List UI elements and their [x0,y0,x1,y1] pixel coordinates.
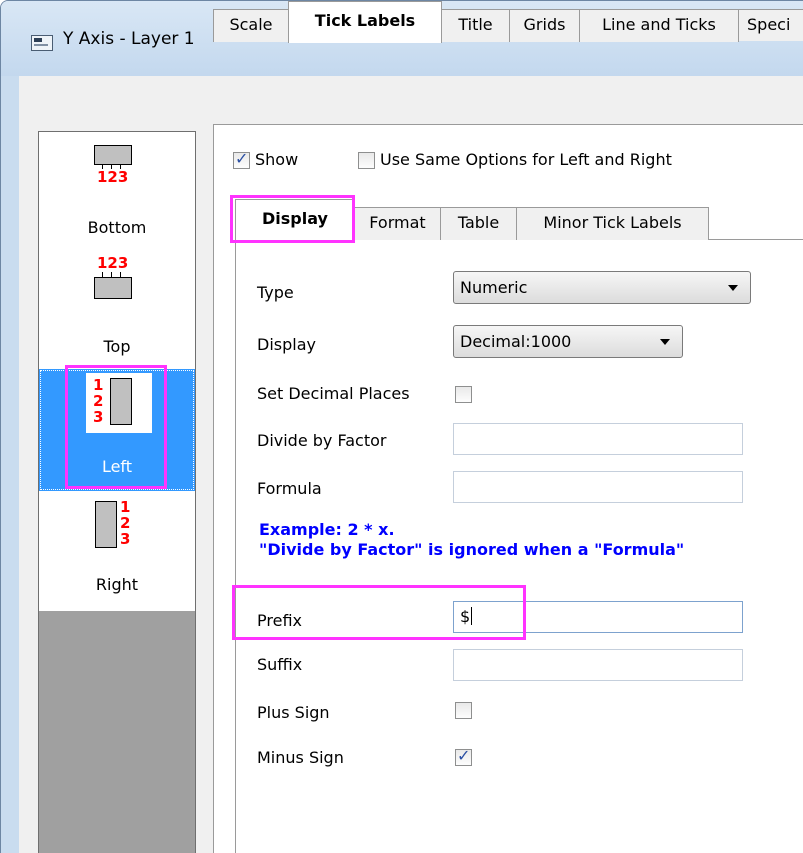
plus-sign-label: Plus Sign [257,703,330,722]
same-options-checkbox[interactable] [358,152,375,169]
dialog-window: Y Axis - Layer 1 123 Bottom 123 Top 123 [0,0,803,853]
axis-item-label: Right [95,575,139,594]
left-axis-icon [110,378,132,425]
set-decimal-places-label: Set Decimal Places [257,384,410,403]
subtab-format[interactable]: Format [354,207,441,240]
window-title: Y Axis - Layer 1 [63,29,195,49]
window-icon [31,35,53,51]
axis-digits: 123 [93,376,104,426]
display-select-value: Decimal:1000 [460,332,572,351]
display-select[interactable]: Decimal:1000 [453,325,683,358]
formula-label: Formula [257,479,322,498]
suffix-input[interactable] [453,649,743,681]
type-label: Type [257,283,294,302]
axis-digits: 123 [97,168,129,186]
axis-selector-panel: 123 Bottom 123 Top 123 Left 123 Right [38,131,196,853]
display-label: Display [257,335,316,354]
axis-item-left[interactable]: 123 Left [39,369,195,491]
axis-item-label: Top [103,337,131,356]
prefix-input[interactable]: $ [453,601,743,633]
divide-by-factor-label: Divide by Factor [257,431,387,450]
minus-sign-label: Minus Sign [257,748,344,767]
axis-digits: 123 [120,498,131,548]
plus-sign-checkbox[interactable] [455,702,472,719]
formula-input[interactable] [453,471,743,503]
set-decimal-places-checkbox[interactable] [455,386,472,403]
example-note-line1: Example: 2 * x. [259,520,395,539]
suffix-label: Suffix [257,655,303,674]
right-axis-icon [95,501,117,548]
divide-by-factor-input[interactable] [453,423,743,455]
axis-item-right[interactable]: 123 Right [39,491,195,611]
axis-digits: 123 [97,254,129,272]
example-note-line2: "Divide by Factor" is ignored when a "Fo… [259,540,685,559]
subtab-minor-tick-labels[interactable]: Minor Tick Labels [516,207,709,240]
tab-line-and-ticks[interactable]: Line and Ticks [579,9,739,42]
chevron-down-icon [660,339,670,345]
subtab-display[interactable]: Display [235,199,355,241]
minus-sign-checkbox[interactable] [455,746,472,766]
tab-grids[interactable]: Grids [509,9,580,42]
tab-scale[interactable]: Scale [213,9,289,42]
tab-tick-labels[interactable]: Tick Labels [288,1,442,43]
type-select-value: Numeric [460,278,528,297]
top-axis-icon [94,277,132,299]
show-checkbox[interactable] [233,149,250,169]
same-options-label: Use Same Options for Left and Right [380,150,672,169]
tab-title[interactable]: Title [441,9,510,42]
tab-special[interactable]: Speci [738,9,803,41]
chevron-down-icon [728,285,738,291]
subtab-table[interactable]: Table [440,207,517,240]
prefix-label: Prefix [257,611,302,630]
axis-item-top[interactable]: 123 Top [39,253,195,369]
axis-item-bottom[interactable]: 123 Bottom [39,132,195,253]
axis-item-label: Bottom [87,218,147,237]
bottom-axis-icon [94,145,132,165]
axis-item-label: Left [101,457,133,476]
text-caret [471,607,473,625]
prefix-input-value: $ [460,607,471,626]
type-select[interactable]: Numeric [453,271,751,304]
show-label: Show [255,150,299,169]
